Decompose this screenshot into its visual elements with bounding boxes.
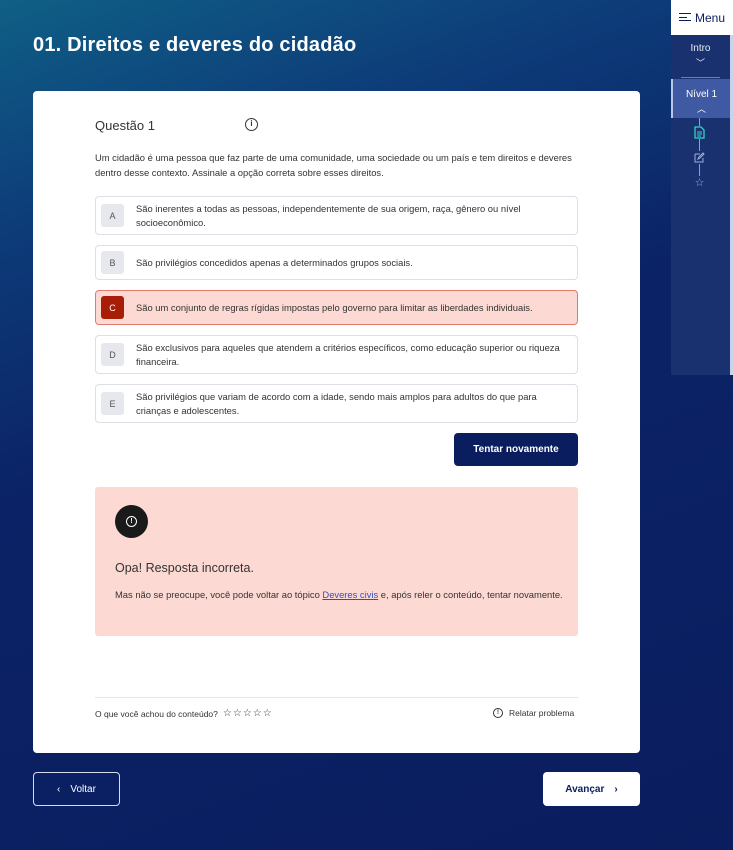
info-icon[interactable]: i (245, 118, 258, 131)
option-letter: D (101, 343, 124, 366)
menu-button[interactable]: Menu (671, 0, 733, 35)
nav-item-intro[interactable]: Intro ﹀ (671, 43, 730, 69)
option-e[interactable]: E São privilégios que variam de acordo c… (95, 384, 578, 423)
nav-level-label: Nível 1 (685, 89, 718, 100)
report-problem-link[interactable]: ! Relatar problema (493, 708, 574, 718)
rating-stars: ☆ ☆ ☆ ☆ ☆ (223, 708, 272, 719)
feedback-text-before: Mas não se preocupe, você pode voltar ao… (115, 589, 323, 600)
question-card: Questão 1 i Um cidadão é uma pessoa que … (33, 91, 640, 753)
next-button[interactable]: Avançar › (543, 772, 640, 806)
option-d[interactable]: D São exclusivos para aqueles que atende… (95, 335, 578, 374)
star-icon[interactable]: ☆ (243, 708, 252, 719)
feedback-panel: ! Opa! Resposta incorreta. Mas não se pr… (95, 487, 578, 636)
option-text: São exclusivos para aqueles que atendem … (136, 342, 560, 367)
retry-button[interactable]: Tentar novamente (454, 433, 578, 466)
option-text: São inerentes a todas as pessoas, indepe… (136, 203, 521, 228)
star-icon[interactable]: ☆ (233, 708, 242, 719)
menu-icon (678, 13, 691, 22)
report-label: Relatar problema (509, 708, 575, 718)
feedback-title: Opa! Resposta incorreta. (115, 561, 254, 575)
option-letter: B (101, 251, 124, 274)
chevron-left-icon: ‹ (57, 783, 61, 795)
nav-connector (699, 139, 700, 151)
option-text: São privilégios que variam de acordo com… (136, 391, 537, 416)
option-letter: E (101, 392, 124, 415)
side-navigation: Intro ﹀ Nível 1 ︿ ☆ (671, 35, 733, 375)
document-icon[interactable] (693, 126, 706, 139)
back-label: Voltar (70, 783, 96, 795)
option-c[interactable]: C São um conjunto de regras rígidas impo… (95, 290, 578, 325)
rating-prompt: O que você achou do conteúdo? (95, 708, 218, 719)
option-letter: A (101, 204, 124, 227)
option-letter: C (101, 296, 124, 319)
question-prompt: Um cidadão é uma pessoa que faz parte de… (95, 152, 572, 178)
option-text: São um conjunto de regras rígidas impost… (136, 302, 533, 313)
rating-row: O que você achou do conteúdo? ☆ ☆ ☆ ☆ ☆ (95, 708, 272, 719)
nav-connector (699, 164, 700, 176)
feedback-text-after: e, após reler o conteúdo, tentar novamen… (378, 589, 563, 600)
star-icon[interactable]: ☆ (253, 708, 262, 719)
chevron-right-icon: › (614, 783, 618, 795)
question-heading: Questão 1 (95, 118, 155, 133)
page-title: 01. Direitos e deveres do cidadão (33, 34, 357, 56)
option-text: São privilégios concedidos apenas a dete… (136, 257, 413, 268)
menu-label: Menu (694, 10, 726, 25)
chevron-up-icon: ︿ (696, 104, 706, 114)
footer-divider (95, 697, 578, 698)
star-icon[interactable]: ☆ (223, 708, 232, 719)
feedback-body: Mas não se preocupe, você pode voltar ao… (115, 587, 565, 602)
nav-item-level-1[interactable]: Nível 1 ︿ (671, 79, 730, 118)
topic-link[interactable]: Deveres civis (322, 589, 378, 600)
info-icon: ! (493, 708, 503, 718)
nav-intro-label: Intro (690, 43, 711, 54)
nav-divider (681, 77, 720, 78)
alert-icon: ! (115, 505, 148, 538)
star-icon[interactable]: ☆ (263, 708, 272, 719)
back-button[interactable]: ‹ Voltar (33, 772, 120, 806)
next-label: Avançar (565, 783, 605, 795)
star-icon[interactable]: ☆ (693, 176, 706, 189)
chevron-down-icon: ﹀ (695, 58, 705, 68)
option-a[interactable]: A São inerentes a todas as pessoas, inde… (95, 196, 578, 235)
option-b[interactable]: B São privilégios concedidos apenas a de… (95, 245, 578, 280)
edit-icon[interactable] (693, 151, 706, 164)
nav-connector (699, 118, 700, 126)
